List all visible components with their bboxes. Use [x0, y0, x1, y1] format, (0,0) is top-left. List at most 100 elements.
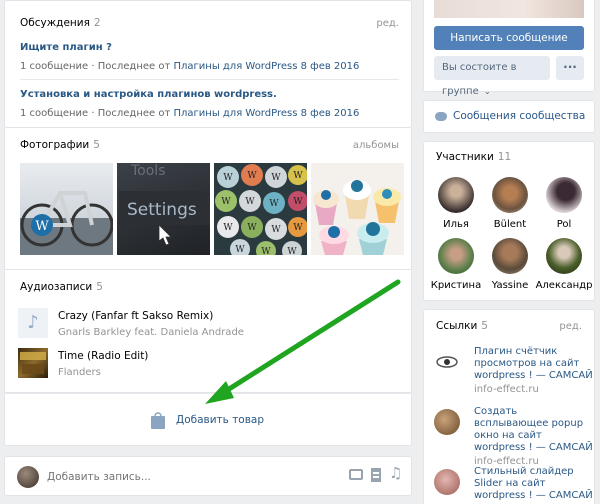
- write-message-button[interactable]: Написать сообщение: [434, 26, 584, 50]
- links-heading: Ссылки 5: [436, 320, 488, 332]
- topic-date-link[interactable]: 8 фев 2016: [301, 108, 360, 119]
- member-item[interactable]: Bülent: [481, 177, 539, 230]
- audio-header: Аудиозаписи 5: [20, 276, 399, 298]
- avatar[interactable]: [492, 177, 528, 213]
- topic-title[interactable]: Ищите плагин ?: [20, 42, 400, 53]
- topic-date-link[interactable]: 8 фев 2016: [301, 61, 360, 72]
- photo-thumbnail[interactable]: [311, 163, 404, 255]
- photo-strip: W Tools Settings W W W W W W W W W W W W…: [20, 163, 404, 255]
- wordpress-buttons-image: W W W W W W W W W W W W W W W: [215, 164, 307, 255]
- member-item[interactable]: Pol: [535, 177, 593, 230]
- photos-title[interactable]: Фотографии: [20, 139, 89, 151]
- member-name[interactable]: Кристина: [427, 280, 485, 291]
- link-item[interactable]: Плагин счётчик просмотров на сайт wordpr…: [434, 346, 594, 395]
- photo-thumbnail[interactable]: W: [20, 163, 113, 255]
- avatar[interactable]: [17, 466, 39, 488]
- discussions-count: 2: [93, 17, 101, 29]
- member-item[interactable]: Кристина: [427, 238, 485, 291]
- members-count: 11: [497, 151, 512, 163]
- community-messages-card[interactable]: Сообщения сообщества: [423, 100, 595, 133]
- link-title[interactable]: Создать всплывающее popup окно на сайт w…: [474, 406, 594, 454]
- photos-card: Фотографии 5 альбомы W Tools Settings W …: [4, 128, 412, 270]
- members-title[interactable]: Участники: [436, 151, 494, 163]
- link-item[interactable]: Создать всплывающее popup окно на сайт w…: [434, 406, 594, 467]
- member-name[interactable]: Pol: [535, 219, 593, 230]
- member-name[interactable]: Александр: [535, 280, 593, 291]
- albums-link[interactable]: альбомы: [353, 140, 399, 151]
- community-messages-label[interactable]: Сообщения сообщества: [453, 110, 585, 122]
- discussions-edit-link[interactable]: ред.: [376, 18, 399, 29]
- avatar[interactable]: [438, 238, 474, 274]
- audio-title[interactable]: Аудиозаписи: [20, 281, 92, 293]
- link-title[interactable]: Плагин счётчик просмотров на сайт wordpr…: [474, 346, 594, 382]
- track-title: Time (Radio Edit): [58, 350, 149, 362]
- members-card: Участники 11 Илья Bülent Pol Кристина Yas…: [423, 141, 595, 301]
- tools-text: Tools: [130, 163, 166, 179]
- avatar[interactable]: [438, 177, 474, 213]
- eye-icon: [434, 349, 460, 375]
- video-icon[interactable]: [371, 468, 381, 482]
- discussions-heading: Обсуждения 2: [20, 17, 101, 29]
- membership-label: Вы состоите в группе: [442, 62, 517, 97]
- topic-meta: 1 сообщение · Последнее от Плагины для W…: [20, 61, 400, 72]
- member-name[interactable]: Yassine: [481, 280, 539, 291]
- members-header[interactable]: Участники 11: [436, 151, 511, 163]
- discussions-header: Обсуждения 2 ред.: [20, 12, 399, 34]
- link-title[interactable]: Стильный слайдер Slider на сайт wordpres…: [474, 466, 594, 502]
- more-actions-button[interactable]: ···: [556, 56, 584, 80]
- post-box: ♫: [4, 456, 412, 496]
- audio-track[interactable]: ♪ Crazy (Fanfar ft Sakso Remix) Gnarls B…: [18, 308, 398, 338]
- photo-thumbnail[interactable]: Tools Settings: [117, 163, 210, 255]
- photos-header: Фотографии 5 альбомы: [20, 134, 399, 156]
- svg-text:W: W: [223, 173, 233, 183]
- link-item[interactable]: Стильный слайдер Slider на сайт wordpres…: [434, 466, 594, 502]
- avatar[interactable]: [492, 238, 528, 274]
- album-art-image: [20, 352, 46, 374]
- products-card: Добавить товар: [4, 393, 412, 446]
- cupcakes-image: [313, 180, 401, 255]
- member-name[interactable]: Bülent: [481, 219, 539, 230]
- photo-thumbnail[interactable]: W W W W W W W W W W W W W W W: [214, 163, 307, 255]
- add-product-label[interactable]: Добавить товар: [176, 414, 264, 426]
- topic-meta-prefix: 1 сообщение · Последнее от: [20, 61, 174, 72]
- add-product-button[interactable]: Добавить товар: [150, 410, 264, 430]
- topic-author-link[interactable]: Плагины для WordPress: [173, 108, 297, 119]
- member-item[interactable]: Илья: [427, 177, 485, 230]
- svg-text:W: W: [269, 199, 279, 209]
- links-count: 5: [481, 320, 488, 332]
- link-thumbnail-icon: [434, 409, 460, 435]
- cover-photo-strip: [434, 0, 584, 18]
- topic-divider: [20, 79, 399, 80]
- music-note-icon: ♪: [27, 312, 39, 333]
- member-item[interactable]: Александр: [535, 238, 593, 291]
- svg-text:W: W: [247, 223, 257, 233]
- topic-title[interactable]: Установка и настройка плагинов wordpress…: [20, 89, 400, 100]
- discussions-title[interactable]: Обсуждения: [20, 17, 90, 29]
- music-icon[interactable]: ♫: [389, 464, 402, 482]
- audio-track[interactable]: Time (Radio Edit) Flanders: [18, 348, 398, 378]
- svg-text:W: W: [261, 247, 271, 255]
- svg-text:W: W: [293, 197, 303, 207]
- audio-cover[interactable]: [18, 348, 48, 378]
- topic-meta: 1 сообщение · Последнее от Плагины для W…: [20, 108, 400, 119]
- photos-heading: Фотографии 5: [20, 139, 100, 151]
- membership-dropdown[interactable]: Вы состоите в группе ⌄: [434, 56, 550, 97]
- audio-cover-placeholder[interactable]: ♪: [18, 308, 48, 338]
- camera-icon[interactable]: [349, 469, 363, 480]
- avatar[interactable]: [546, 177, 582, 213]
- track-artist: Flanders: [58, 367, 101, 378]
- member-item[interactable]: Yassine: [481, 238, 539, 291]
- avatar[interactable]: [546, 238, 582, 274]
- topic-item[interactable]: Установка и настройка плагинов wordpress…: [20, 89, 400, 119]
- settings-text: Settings: [127, 200, 197, 220]
- audio-heading: Аудиозаписи 5: [20, 281, 103, 293]
- svg-text:W: W: [293, 171, 303, 181]
- links-title[interactable]: Ссылки: [436, 320, 477, 332]
- chevron-down-icon: ⌄: [483, 87, 491, 96]
- post-input[interactable]: [47, 468, 327, 486]
- topic-author-link[interactable]: Плагины для WordPress: [173, 61, 297, 72]
- discussions-card: Обсуждения 2 ред. Ищите плагин ? 1 сообще…: [4, 0, 412, 128]
- member-name[interactable]: Илья: [427, 219, 485, 230]
- topic-item[interactable]: Ищите плагин ? 1 сообщение · Последнее о…: [20, 42, 400, 72]
- links-edit-link[interactable]: ред.: [559, 321, 582, 332]
